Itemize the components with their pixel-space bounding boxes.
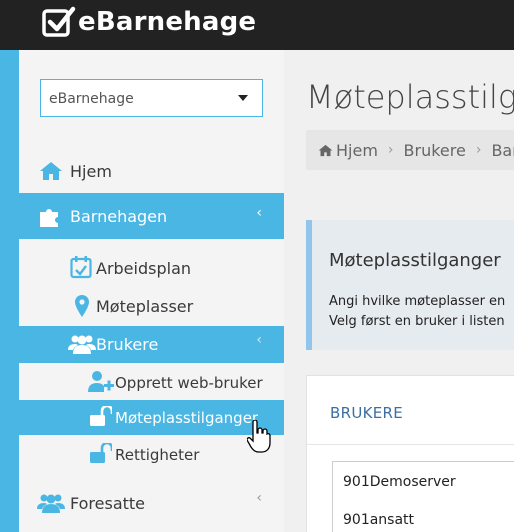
calendar-icon [70, 255, 92, 279]
map-marker-icon [75, 295, 89, 317]
main-content: Møteplasstilganger Hjem › Brukere › Barn… [284, 50, 514, 532]
home-icon [39, 161, 63, 181]
sidebar-item-label: Foresatte [70, 494, 146, 513]
app-logo[interactable]: eBarnehage [42, 4, 256, 40]
chevron-left-icon: ‹ [256, 490, 262, 506]
panel-title: BRUKERE [330, 404, 404, 422]
sidebar-item-label: Opprett web-bruker [115, 374, 263, 392]
caret-down-icon [238, 95, 248, 101]
sidebar-item-label: Møteplasser [96, 297, 194, 316]
sidebar-item-label: Arbeidsplan [96, 259, 192, 278]
chevron-right-icon: › [387, 142, 394, 158]
sidebar-item-opprett-web-bruker[interactable]: Opprett web-bruker [19, 364, 284, 400]
sidebar-item-brukere[interactable]: Brukere ‹ [19, 326, 284, 363]
check-logo-icon [42, 5, 76, 39]
home-icon [318, 144, 333, 157]
breadcrumb-barnehage[interactable]: Barnehage [491, 141, 514, 160]
sidebar-item-barnehagen[interactable]: Barnehagen ‹ [19, 193, 284, 239]
sidebar-item-label: Barnehagen [70, 207, 168, 226]
info-title: Møteplasstilganger [329, 250, 501, 271]
sidebar-item-moteplasser[interactable]: Møteplasser [19, 287, 284, 325]
sidebar: eBarnehage Hjem Barnehagen ‹ Arbeidsplan [19, 50, 284, 532]
unlock-icon [90, 443, 112, 463]
chevron-right-icon: › [475, 142, 482, 158]
sidebar-item-hjem[interactable]: Hjem [19, 153, 284, 191]
unlock-icon [90, 406, 112, 426]
user-plus-icon [88, 371, 114, 393]
select-value: eBarnehage [49, 91, 134, 107]
list-item[interactable]: 901ansatt [343, 512, 414, 528]
sidebar-item-label: Møteplasstilganger [115, 409, 259, 427]
user-list[interactable]: 901Demoserver 901ansatt [332, 461, 514, 532]
users-icon [37, 493, 65, 513]
sidebar-item-rettigheter[interactable]: Rettigheter [19, 436, 284, 472]
info-line: Angi hvilke møteplasser en [329, 294, 506, 309]
sidebar-item-label: Rettigheter [115, 446, 200, 464]
hand-cursor-icon [246, 419, 271, 458]
chevron-left-icon: ‹ [256, 205, 262, 221]
logo-text: eBarnehage [78, 7, 257, 37]
list-item[interactable]: 901Demoserver [343, 474, 456, 490]
users-icon [68, 334, 96, 354]
sidebar-item-moteplasstilganger[interactable]: Møteplasstilganger [19, 400, 284, 435]
info-line: Velg først en bruker i listen [329, 314, 505, 329]
sidebar-item-label: Brukere [96, 335, 159, 354]
sidebar-item-arbeidsplan[interactable]: Arbeidsplan [19, 249, 284, 287]
breadcrumb: Hjem › Brukere › Barnehage [306, 130, 514, 170]
left-stripe [0, 50, 19, 532]
sidebar-item-foresatte[interactable]: Foresatte ‹ [19, 482, 284, 524]
sidebar-item-label: Hjem [70, 162, 112, 181]
puzzle-icon [38, 205, 62, 227]
users-panel: BRUKERE 901Demoserver 901ansatt [306, 375, 514, 532]
info-box: Møteplasstilganger Angi hvilke møteplass… [306, 220, 514, 350]
breadcrumb-brukere[interactable]: Brukere [404, 141, 466, 160]
kindergarten-select[interactable]: eBarnehage [40, 79, 263, 117]
top-bar: eBarnehage [0, 0, 514, 50]
divider [307, 444, 514, 445]
page-title: Møteplasstilganger [306, 78, 514, 116]
chevron-left-icon: ‹ [256, 332, 262, 348]
breadcrumb-home[interactable]: Hjem [336, 141, 378, 160]
